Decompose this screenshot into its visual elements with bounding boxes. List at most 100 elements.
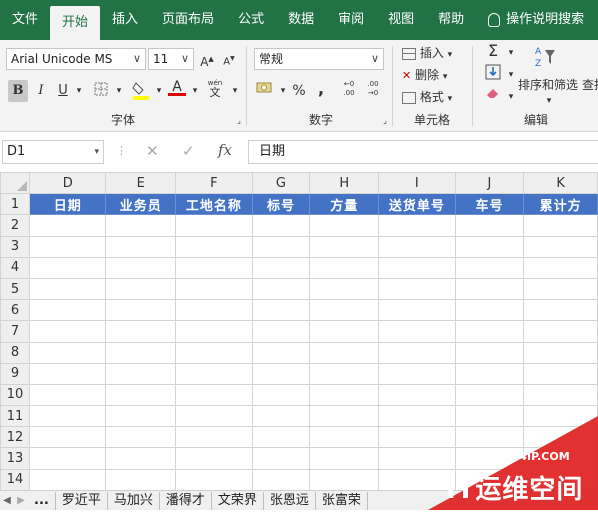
row-header[interactable]: 13 [0,447,31,470]
cell[interactable] [309,235,380,258]
confirm-icon[interactable]: ✓ [182,142,195,160]
decrease-decimal-button[interactable]: .00 →0 [362,80,384,98]
phonetic-guide-button[interactable]: wén 文 [206,78,224,98]
row-header[interactable]: 9 [0,362,31,385]
cell[interactable] [175,277,253,301]
cell[interactable] [105,320,177,343]
cell[interactable] [523,341,598,364]
cell[interactable] [105,426,177,449]
cell[interactable] [29,405,107,428]
cell[interactable] [454,277,525,301]
cell[interactable] [309,447,380,470]
cell-d1[interactable]: 日期 [29,193,107,216]
cell[interactable] [309,341,380,364]
cell[interactable] [105,299,177,322]
column-header[interactable]: E [105,172,177,195]
row-header[interactable]: 14 [0,468,31,490]
row-header[interactable]: 7 [0,320,31,343]
cell[interactable] [175,235,253,258]
cell[interactable] [251,299,311,322]
column-header[interactable]: H [309,172,380,195]
cell[interactable] [251,320,311,343]
cell[interactable] [523,383,598,407]
cell[interactable] [251,214,311,237]
cell[interactable] [309,468,380,490]
cell[interactable] [309,299,380,322]
cell[interactable] [251,447,311,470]
cell[interactable] [29,235,107,258]
row-header[interactable]: 10 [0,383,31,407]
cell[interactable] [105,256,177,279]
tab-data[interactable]: 数据 [276,0,326,40]
format-cells-button[interactable]: 格式 ▾ [402,88,452,105]
cell[interactable] [454,256,525,279]
chevron-down-icon[interactable]: ▾ [226,82,244,100]
column-header[interactable]: F [175,172,253,195]
sheet-tab[interactable]: 罗近平 [56,491,108,510]
cell[interactable] [309,277,380,301]
borders-icon[interactable] [92,82,110,100]
sort-filter-button[interactable]: 排序和筛选 [518,76,578,93]
cell[interactable] [251,277,311,301]
cell[interactable] [29,320,107,343]
cell-g1[interactable]: 标号 [251,193,311,216]
cell[interactable] [105,277,177,301]
cell[interactable] [105,405,177,428]
chevron-down-icon[interactable]: ▾ [540,92,558,110]
sheet-tab[interactable]: 张富荣 [316,491,368,510]
cell[interactable] [175,341,253,364]
grow-font-button[interactable]: A▲ [198,50,216,69]
tell-me-search[interactable]: 操作说明搜索 [476,0,596,40]
shrink-font-button[interactable]: A▼ [220,50,238,68]
cell[interactable] [175,405,253,428]
cell[interactable] [29,362,107,385]
sheet-tab-more[interactable]: ... [28,491,56,510]
row-header[interactable]: 8 [0,341,31,364]
name-box[interactable]: D1 ▾ [2,140,104,164]
column-header[interactable]: J [454,172,525,195]
row-header[interactable]: 6 [0,299,31,322]
cell[interactable] [251,362,311,385]
cell[interactable] [378,341,456,364]
cell[interactable] [454,320,525,343]
cell[interactable] [378,214,456,237]
cell[interactable] [309,383,380,407]
cell[interactable] [29,299,107,322]
formula-input[interactable]: 日期 [248,140,598,164]
cell[interactable] [175,383,253,407]
cell[interactable] [454,383,525,407]
cell[interactable] [378,235,456,258]
cell[interactable] [378,362,456,385]
row-header[interactable]: 2 [0,214,31,237]
cell-i1[interactable]: 送货单号 [378,193,456,216]
cell[interactable] [454,235,525,258]
cell[interactable] [175,468,253,490]
scroll-right-icon[interactable]: ▶ [14,495,28,506]
cell[interactable] [29,214,107,237]
tab-home[interactable]: 开始 [50,6,101,40]
cell[interactable] [105,362,177,385]
cell[interactable] [251,405,311,428]
column-header[interactable]: G [251,172,311,195]
column-header[interactable]: K [523,172,598,195]
cell[interactable] [523,214,598,237]
cell[interactable] [251,235,311,258]
sheet-tab[interactable]: 潘得才 [160,491,212,510]
cell[interactable] [105,341,177,364]
row-header[interactable]: 5 [0,277,31,301]
cell[interactable] [105,235,177,258]
font-color-icon[interactable]: A [168,78,186,96]
cell[interactable] [29,426,107,449]
cell[interactable] [523,299,598,322]
cell-k1[interactable]: 累计方 [523,193,598,216]
cell[interactable] [454,299,525,322]
cell[interactable] [523,320,598,343]
cell[interactable] [523,362,598,385]
cell[interactable] [251,468,311,490]
cell[interactable] [309,214,380,237]
select-all-corner[interactable] [0,172,31,195]
fill-down-icon[interactable] [484,64,502,82]
tab-page-layout[interactable]: 页面布局 [150,0,226,40]
cell[interactable] [105,468,177,490]
cell[interactable] [309,362,380,385]
